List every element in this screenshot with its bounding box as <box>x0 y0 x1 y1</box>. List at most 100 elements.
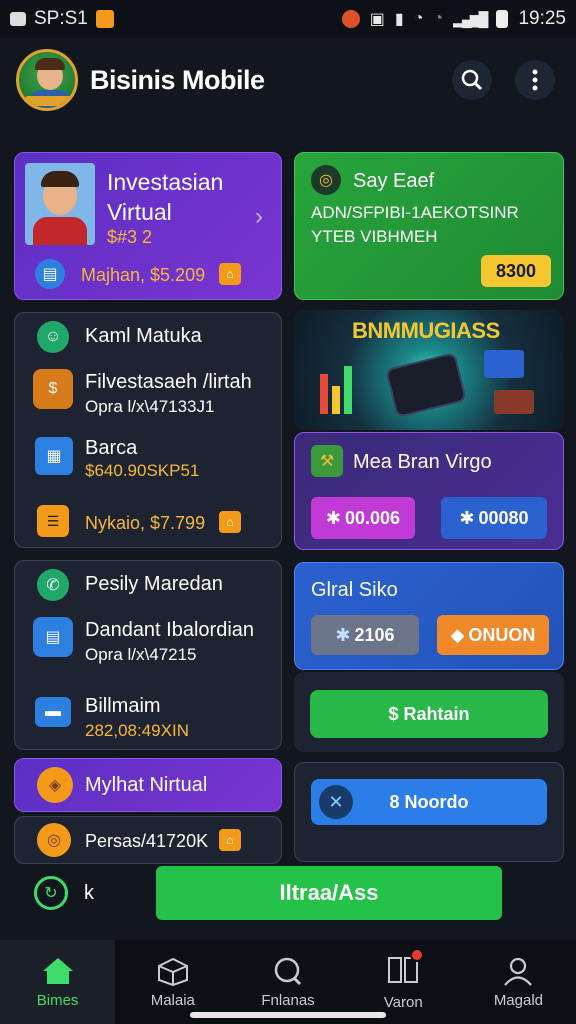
gear-icon: ✱ <box>325 507 342 528</box>
stack-icon: ▦ <box>35 437 73 475</box>
mea-bran-button-2[interactable]: ✱ 00080 <box>441 497 547 539</box>
gear-icon: ✱ <box>459 507 475 528</box>
coin-icon: ◎ <box>37 823 71 857</box>
mea-bran-button-1[interactable]: ✱ 00.006 <box>311 497 415 539</box>
search-icon <box>461 69 483 91</box>
app-title: Bisinis Mobile <box>90 64 265 95</box>
portfolio-item-title-2[interactable]: Billmaim <box>85 695 161 718</box>
nfc-icon: ▣ <box>369 11 385 28</box>
user-icon <box>504 957 533 986</box>
global-title: Glral Siko <box>311 579 398 601</box>
wallet-small-icon: ▬ <box>35 697 71 727</box>
app-header: Bisinis Mobile <box>0 38 576 122</box>
investment-subtitle: Virtual <box>107 199 172 225</box>
promo-banner[interactable]: BNMMUGIASS <box>294 310 564 430</box>
noordo-card: ✕ 8 Noordo <box>294 762 564 862</box>
global-button-1[interactable]: ✱ 2106 <box>311 615 419 655</box>
notification-dot <box>410 947 425 962</box>
nav-label-varon: Varon <box>383 993 423 1011</box>
say-easy-button[interactable]: 8300 <box>481 255 551 287</box>
investment-footer: Majhan, $5.209 <box>81 265 205 286</box>
compass-icon: ✕ <box>319 785 353 819</box>
investment-card[interactable]: Investasian Virtual $#3 2 › ▤ Majhan, $5… <box>14 152 282 300</box>
chevron-right-icon[interactable]: › <box>255 203 263 231</box>
alert-icon <box>341 10 360 28</box>
vibrate-icon: ▮ <box>394 11 404 28</box>
wifi-icon: ◔ <box>413 10 424 27</box>
home-badge-icon: ⌂ <box>219 829 241 851</box>
coin-icon: ◎ <box>311 165 341 195</box>
more-vertical-icon <box>532 69 538 91</box>
doors-icon-wrap <box>386 947 425 988</box>
portfolio-item-sub: Opra l/x\47215 <box>85 645 197 664</box>
nav-label-home: Bimes <box>36 991 79 1009</box>
account-footer-text: Nykaio, $7.799 <box>85 513 206 533</box>
list-item-sub-2: $640.90SKP51 <box>85 461 200 480</box>
coin-drop-icon: ◈ <box>37 767 73 803</box>
global-button-1-label: 2106 <box>354 624 395 645</box>
shovel-icon: ⚒ <box>311 445 343 477</box>
portfolio-card: ✆ Pesily Maredan ▤ Dandant Ibalordian Op… <box>14 560 282 750</box>
list-item-title-2[interactable]: Barca <box>85 437 137 460</box>
box-icon <box>157 957 188 986</box>
profile-icon: ☺ <box>37 321 69 353</box>
more-button[interactable] <box>515 60 555 100</box>
say-easy-line2: YTEB VIBHMEH <box>311 227 438 246</box>
account-list-header: Kaml Matuka <box>85 325 202 347</box>
mylhat-card[interactable]: ◈ Mylhat Nirtual <box>14 758 282 812</box>
search-button[interactable] <box>452 60 492 100</box>
battery-icon <box>496 10 509 28</box>
main-action-button[interactable]: Iltraa/Ass <box>156 866 502 920</box>
portfolio-item-sub-2: 282,08:49XIN <box>85 721 189 740</box>
say-easy-line1: ADN/SFPIBI-1AEKOTSINR <box>311 203 519 222</box>
wallet-icon <box>385 352 467 418</box>
book-icon: ▤ <box>35 259 65 289</box>
banner-title: BNMMUGIASS <box>352 318 500 343</box>
gallery-icon <box>10 12 26 26</box>
signal-icon: ▂▄▆█ <box>453 10 488 27</box>
search-doc-icon <box>274 957 302 985</box>
investment-footer-text: Majhan, $5.209 <box>81 265 206 285</box>
diamond-icon: ◆ <box>450 624 465 645</box>
investment-value: $#3 2 <box>107 227 153 247</box>
refresh-icon[interactable]: ↻ <box>34 876 68 910</box>
document-icon: ▤ <box>33 617 73 657</box>
nav-item-home[interactable]: Bimes <box>0 940 116 1024</box>
home-indicator[interactable] <box>190 1012 386 1018</box>
bar-graphic-3 <box>344 366 352 414</box>
card-graphic-2 <box>494 390 534 414</box>
nav-item-profile[interactable]: Magald <box>461 940 576 1024</box>
mea-bran-button-1-label: 00.006 <box>345 507 401 528</box>
star-icon: ✱ <box>335 624 351 645</box>
app-notification-icon <box>95 10 114 28</box>
nav-label-profile: Magald <box>493 991 544 1009</box>
portfolio-header: Pesily Maredan <box>85 573 223 595</box>
coins-icon: $ <box>33 369 73 409</box>
persas-text: Persas/41720K <box>85 831 209 851</box>
nav-label-finance: Fnlanas <box>261 991 315 1009</box>
phone-icon: ✆ <box>37 569 69 601</box>
noordo-button[interactable]: ✕ 8 Noordo <box>311 779 547 825</box>
say-easy-card[interactable]: ◎ Say Eaef ADN/SFPIBI-1AEKOTSINR YTEB VI… <box>294 152 564 300</box>
mea-bran-title: Mea Bran Virgo <box>353 451 492 473</box>
portfolio-item-title[interactable]: Dandant Ibalordian <box>85 619 254 642</box>
say-easy-title: Say Eaef <box>353 170 435 192</box>
home-badge-icon: ⌂ <box>219 511 241 533</box>
mylhat-title: Mylhat Nirtual <box>85 774 208 796</box>
investor-avatar <box>25 163 95 245</box>
wifi-2-icon: ◔ <box>433 10 444 27</box>
mea-bran-button-2-label: 00080 <box>478 507 529 528</box>
bottom-left-text: k <box>84 882 94 904</box>
bar-graphic-2 <box>332 386 340 414</box>
rahtain-button[interactable]: $ Rahtain <box>310 690 548 738</box>
global-button-2-label: ONUON <box>468 624 536 645</box>
mea-bran-card[interactable]: ⚒ Mea Bran Virgo ✱ 00.006 ✱ 00080 <box>294 432 564 550</box>
action-panel: $ Rahtain <box>294 672 564 752</box>
global-button-2[interactable]: ◆ ONUON <box>437 615 549 655</box>
persas-card[interactable]: ◎ Persas/41720K ⌂ <box>14 816 282 864</box>
status-time-left: SP:S1 <box>34 8 88 29</box>
investment-title: Investasian <box>107 169 224 195</box>
list-item-title[interactable]: Filvestasaeh /lirtah <box>85 371 252 394</box>
avatar[interactable] <box>16 49 78 111</box>
global-card[interactable]: Glral Siko ✱ 2106 ◆ ONUON <box>294 562 564 670</box>
